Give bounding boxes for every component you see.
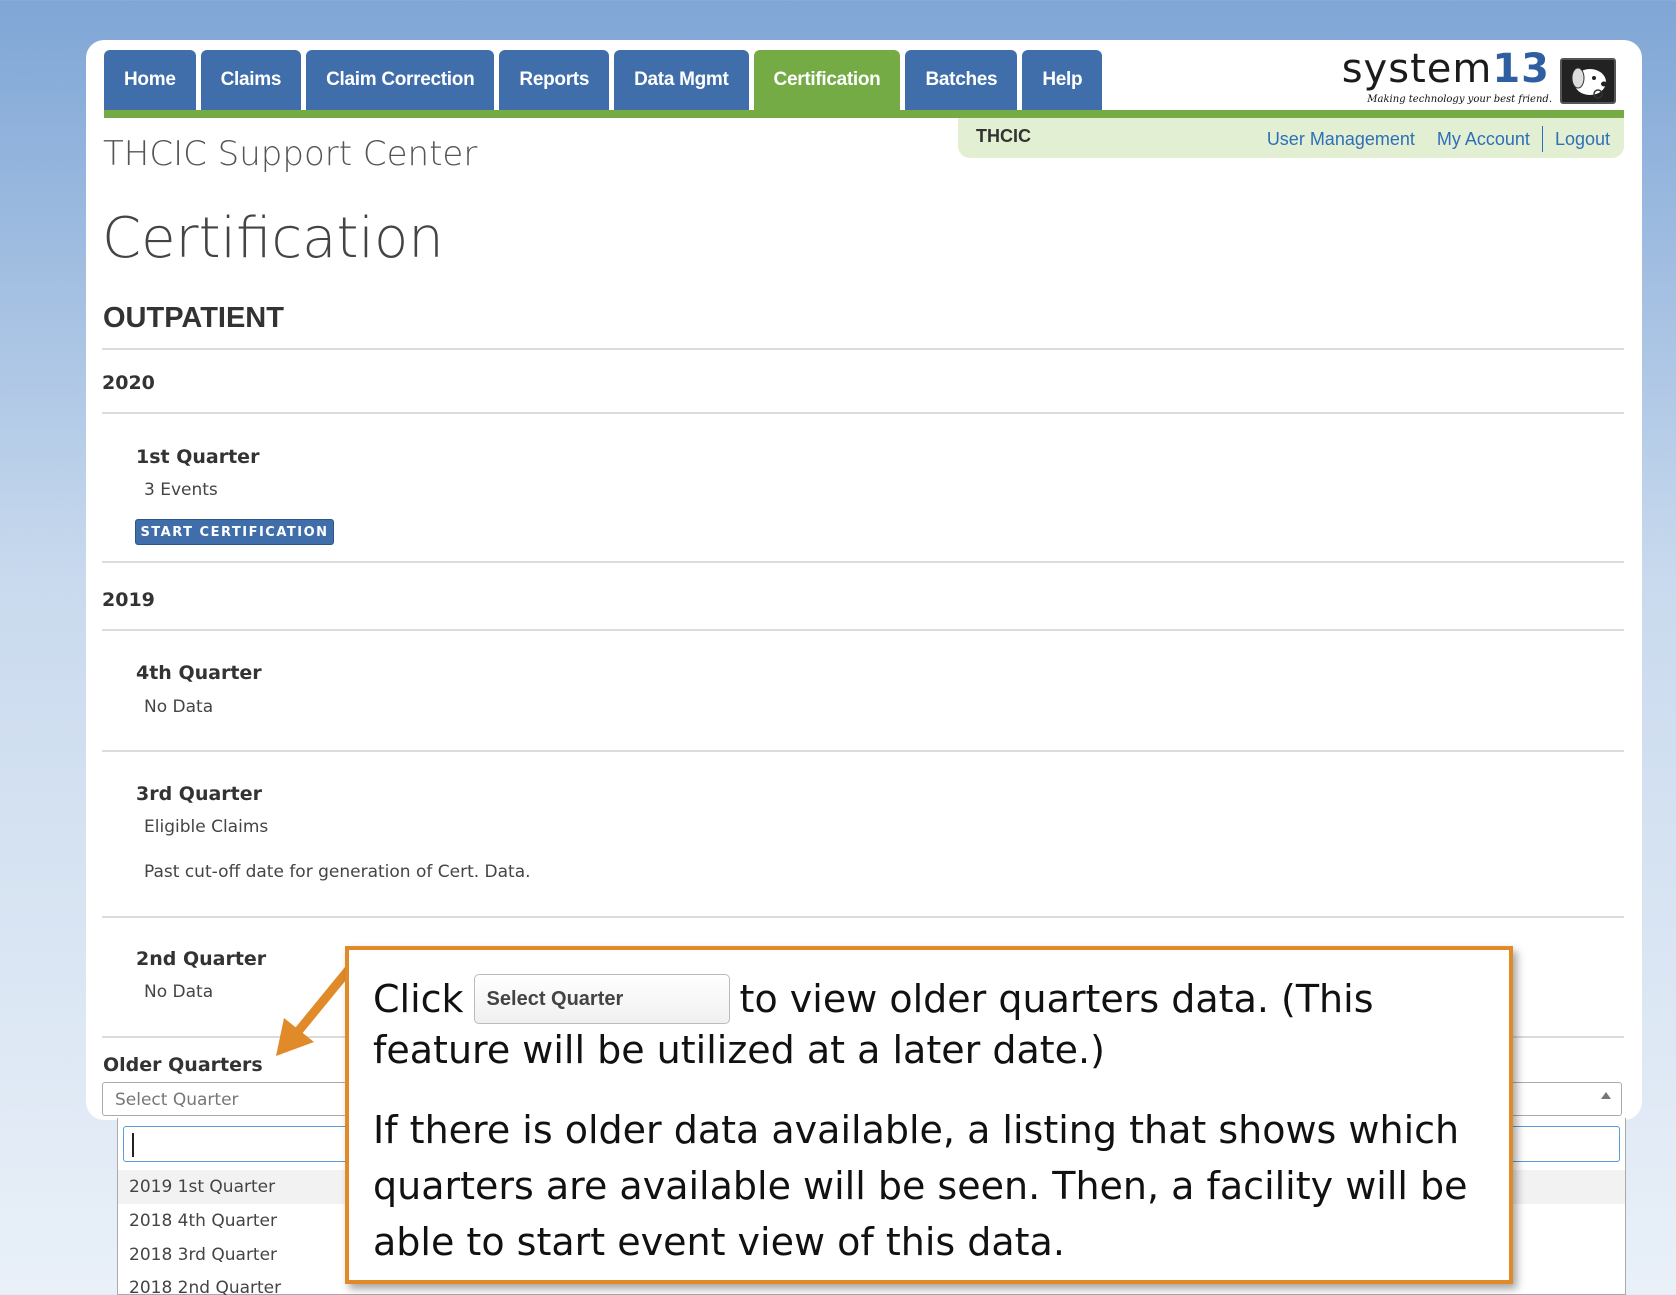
user-links: User Management My Account Logout [1267,126,1610,152]
tab-claim-correction[interactable]: Claim Correction [306,50,495,110]
dog-icon [1560,58,1616,104]
select-placeholder: Select Quarter [115,1090,239,1110]
quarter-name: 4th Quarter [136,662,262,684]
logo-text-a: system [1341,46,1493,92]
quarter-info: Eligible Claims [144,817,269,837]
divider [102,412,1624,414]
org-name: THCIC [976,126,1031,146]
system13-logo: system13 Making technology your best fri… [1320,46,1620,108]
tab-batches[interactable]: Batches [905,50,1018,110]
user-bar: THCIC User Management My Account Logout [958,118,1624,158]
year-heading-2020: 2020 [102,372,155,394]
tab-help[interactable]: Help [1022,50,1103,110]
divider [102,348,1624,350]
main-nav: Home Claims Claim Correction Reports Dat… [104,50,1103,110]
quarter-note: Past cut-off date for generation of Cert… [144,862,531,882]
year-heading-2019: 2019 [102,589,155,611]
chevron-up-icon [1601,1092,1611,1099]
logo-wordmark: system13 [1342,46,1550,92]
logout-link[interactable]: Logout [1555,129,1610,150]
tab-claims[interactable]: Claims [200,50,302,110]
callout-paragraph: If there is older data available, a list… [373,1108,1468,1264]
site-title: THCIC Support Center [103,134,478,174]
quarter-name: 1st Quarter [136,446,260,468]
tab-home[interactable]: Home [104,50,196,110]
older-quarters-label: Older Quarters [103,1054,263,1076]
my-account-link[interactable]: My Account [1437,129,1530,150]
logo-tagline: Making technology your best friend. [1367,94,1552,105]
text-caret [132,1133,134,1157]
page-title: Certification [102,206,444,271]
nav-underline [104,110,1624,118]
quarter-name: 2nd Quarter [136,948,267,970]
quarter-info: No Data [144,697,214,717]
tab-reports[interactable]: Reports [499,50,610,110]
user-management-link[interactable]: User Management [1267,129,1415,150]
divider [102,629,1624,631]
divider [102,561,1624,563]
start-certification-button[interactable]: START CERTIFICATION [135,519,334,545]
select-quarter-sample: Select Quarter [473,974,730,1024]
divider [102,916,1624,918]
quarter-name: 3rd Quarter [136,783,263,805]
tab-data-mgmt[interactable]: Data Mgmt [614,50,749,110]
link-divider [1541,126,1543,152]
divider [102,750,1624,752]
callout-line1-rest: to view older quarters data. (This [739,977,1374,1021]
tab-certification[interactable]: Certification [753,50,901,110]
callout-line2: feature will be utilized at a later date… [373,1028,1105,1072]
quarter-info: 3 Events [144,480,218,500]
logo-text-b: 13 [1492,46,1550,92]
instruction-callout: Click Select Quarter to view older quart… [345,946,1513,1284]
callout-click-text: Click [373,977,464,1021]
callout-line1: Click Select Quarter to view older quart… [373,974,1374,1024]
quarter-info: No Data [144,982,214,1002]
sample-pill-label: Select Quarter [486,988,624,1010]
section-title: OUTPATIENT [103,302,284,334]
